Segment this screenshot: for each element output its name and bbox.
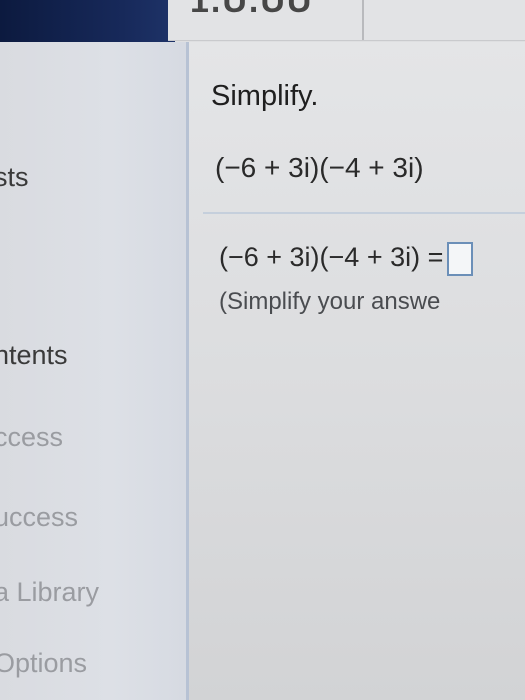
- screen: 1.U.UU sts ntents ccess uccess a Library…: [0, 0, 525, 700]
- question-instruction: Simplify.: [211, 80, 319, 112]
- sidebar: sts ntents ccess uccess a Library Option…: [0, 42, 189, 700]
- answer-prefix: (−6 + 3i)(−4 + 3i) =: [219, 242, 444, 273]
- sidebar-item-options[interactable]: Options: [0, 648, 87, 679]
- sidebar-item-library[interactable]: a Library: [0, 577, 99, 608]
- question-divider: [203, 212, 525, 214]
- answer-input[interactable]: [447, 242, 474, 276]
- question-panel: Simplify. (−6 + 3i)(−4 + 3i) (−6 + 3i)(−…: [189, 42, 525, 700]
- header-title: 1.U.UU: [190, 0, 314, 20]
- sidebar-item-success[interactable]: uccess: [0, 502, 78, 533]
- question-expression: (−6 + 3i)(−4 + 3i): [215, 152, 424, 183]
- sidebar-item-contents[interactable]: ntents: [0, 340, 68, 371]
- header-divider: [362, 0, 364, 40]
- sidebar-item-access[interactable]: ccess: [0, 422, 63, 453]
- sidebar-item-tests[interactable]: sts: [0, 162, 29, 193]
- answer-row: (−6 + 3i)(−4 + 3i) =: [219, 242, 474, 276]
- header-band: [0, 0, 175, 42]
- answer-hint: (Simplify your answe: [219, 288, 441, 315]
